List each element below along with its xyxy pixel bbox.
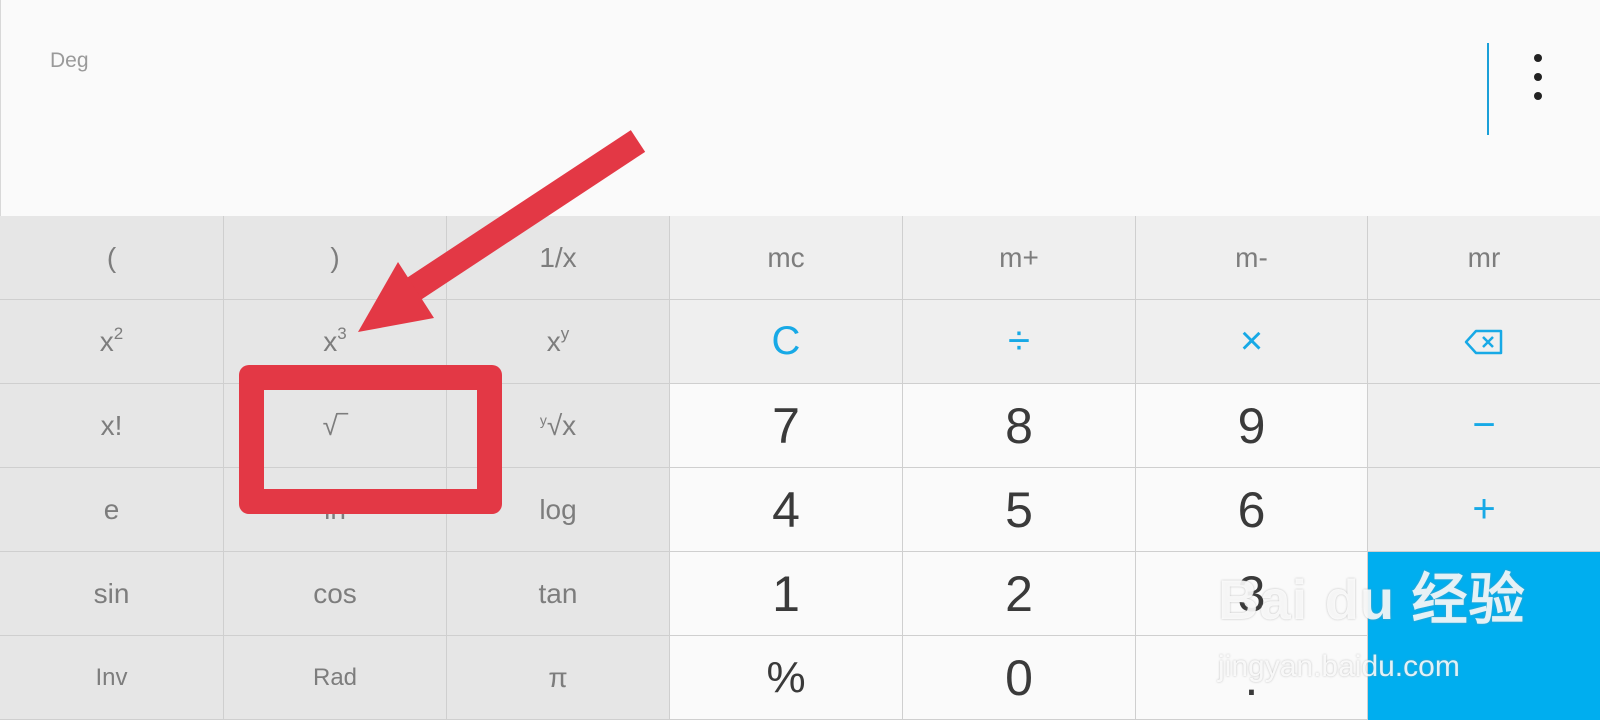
annotation-arrow: [358, 130, 646, 332]
annotation-highlight-box: [239, 365, 502, 514]
